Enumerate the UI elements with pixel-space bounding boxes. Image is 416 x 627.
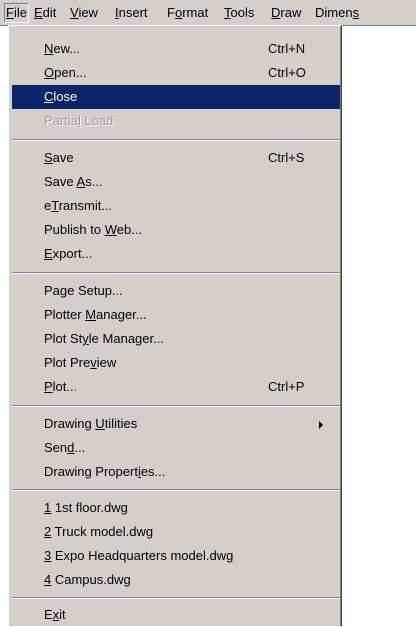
menu-separator [12,272,340,274]
menu-separator [12,405,340,407]
menu-bar: File Edit View Insert Format Tools Draw … [0,0,416,26]
menu-item-plotter-manager[interactable]: Plotter Manager... [12,303,340,327]
shortcut-label: Ctrl+O [268,65,306,80]
menu-item-save-as[interactable]: Save As... [12,170,340,194]
menu-dimension[interactable]: Dimens [313,4,361,22]
menu-item-save[interactable]: Save Ctrl+S [12,146,340,170]
menu-item-open[interactable]: Open... Ctrl+O [12,61,340,85]
menu-item-close[interactable]: Close [12,85,340,109]
menu-item-drawing-properties[interactable]: Drawing Properties... [12,460,340,484]
shortcut-label: Ctrl+P [268,379,305,394]
menu-item-recent-file-1[interactable]: 1 1st floor.dwg [12,496,340,520]
menu-separator [12,489,340,491]
menu-item-recent-file-2[interactable]: 2 Truck model.dwg [12,520,340,544]
menu-item-drawing-utilities[interactable]: Drawing Utilities [12,412,340,436]
menu-item-plot-preview[interactable]: Plot Preview [12,351,340,375]
menu-insert[interactable]: Insert [113,4,150,22]
menu-item-plot[interactable]: Plot... Ctrl+P [12,375,340,399]
menu-item-recent-file-3[interactable]: 3 Expo Headquarters model.dwg [12,544,340,568]
menu-item-partial-load: Partial Load [44,113,114,128]
menu-tools[interactable]: Tools [222,4,256,22]
menu-item-plot-style-manager[interactable]: Plot Style Manager... [12,327,340,351]
menu-edit[interactable]: Edit [32,4,58,22]
menu-item-new[interactable]: New... Ctrl+N [12,37,340,61]
menu-view[interactable]: View [68,4,100,22]
menu-item-publish-to-web[interactable]: Publish to Web... [12,218,340,242]
file-menu-dropdown: New... Ctrl+N Open... Ctrl+O Close Partial… [8,25,342,626]
menu-item-etransmit[interactable]: eTransmit... [12,194,340,218]
menu-format[interactable]: Format [165,4,210,22]
submenu-arrow-icon [319,421,323,429]
shortcut-label: Ctrl+N [268,41,306,56]
menu-item-exit[interactable]: Exit [12,603,340,627]
menu-item-send[interactable]: Send... [12,436,340,460]
menu-item-recent-file-4[interactable]: 4 Campus.dwg [12,568,340,592]
menu-item-export[interactable]: Export... [12,242,340,266]
shortcut-label: Ctrl+S [268,150,305,165]
menu-separator [12,139,340,141]
menu-item-page-setup[interactable]: Page Setup... [12,279,340,303]
menu-draw[interactable]: Draw [269,4,303,22]
menu-file[interactable]: File [4,3,29,23]
menu-separator [12,597,340,599]
